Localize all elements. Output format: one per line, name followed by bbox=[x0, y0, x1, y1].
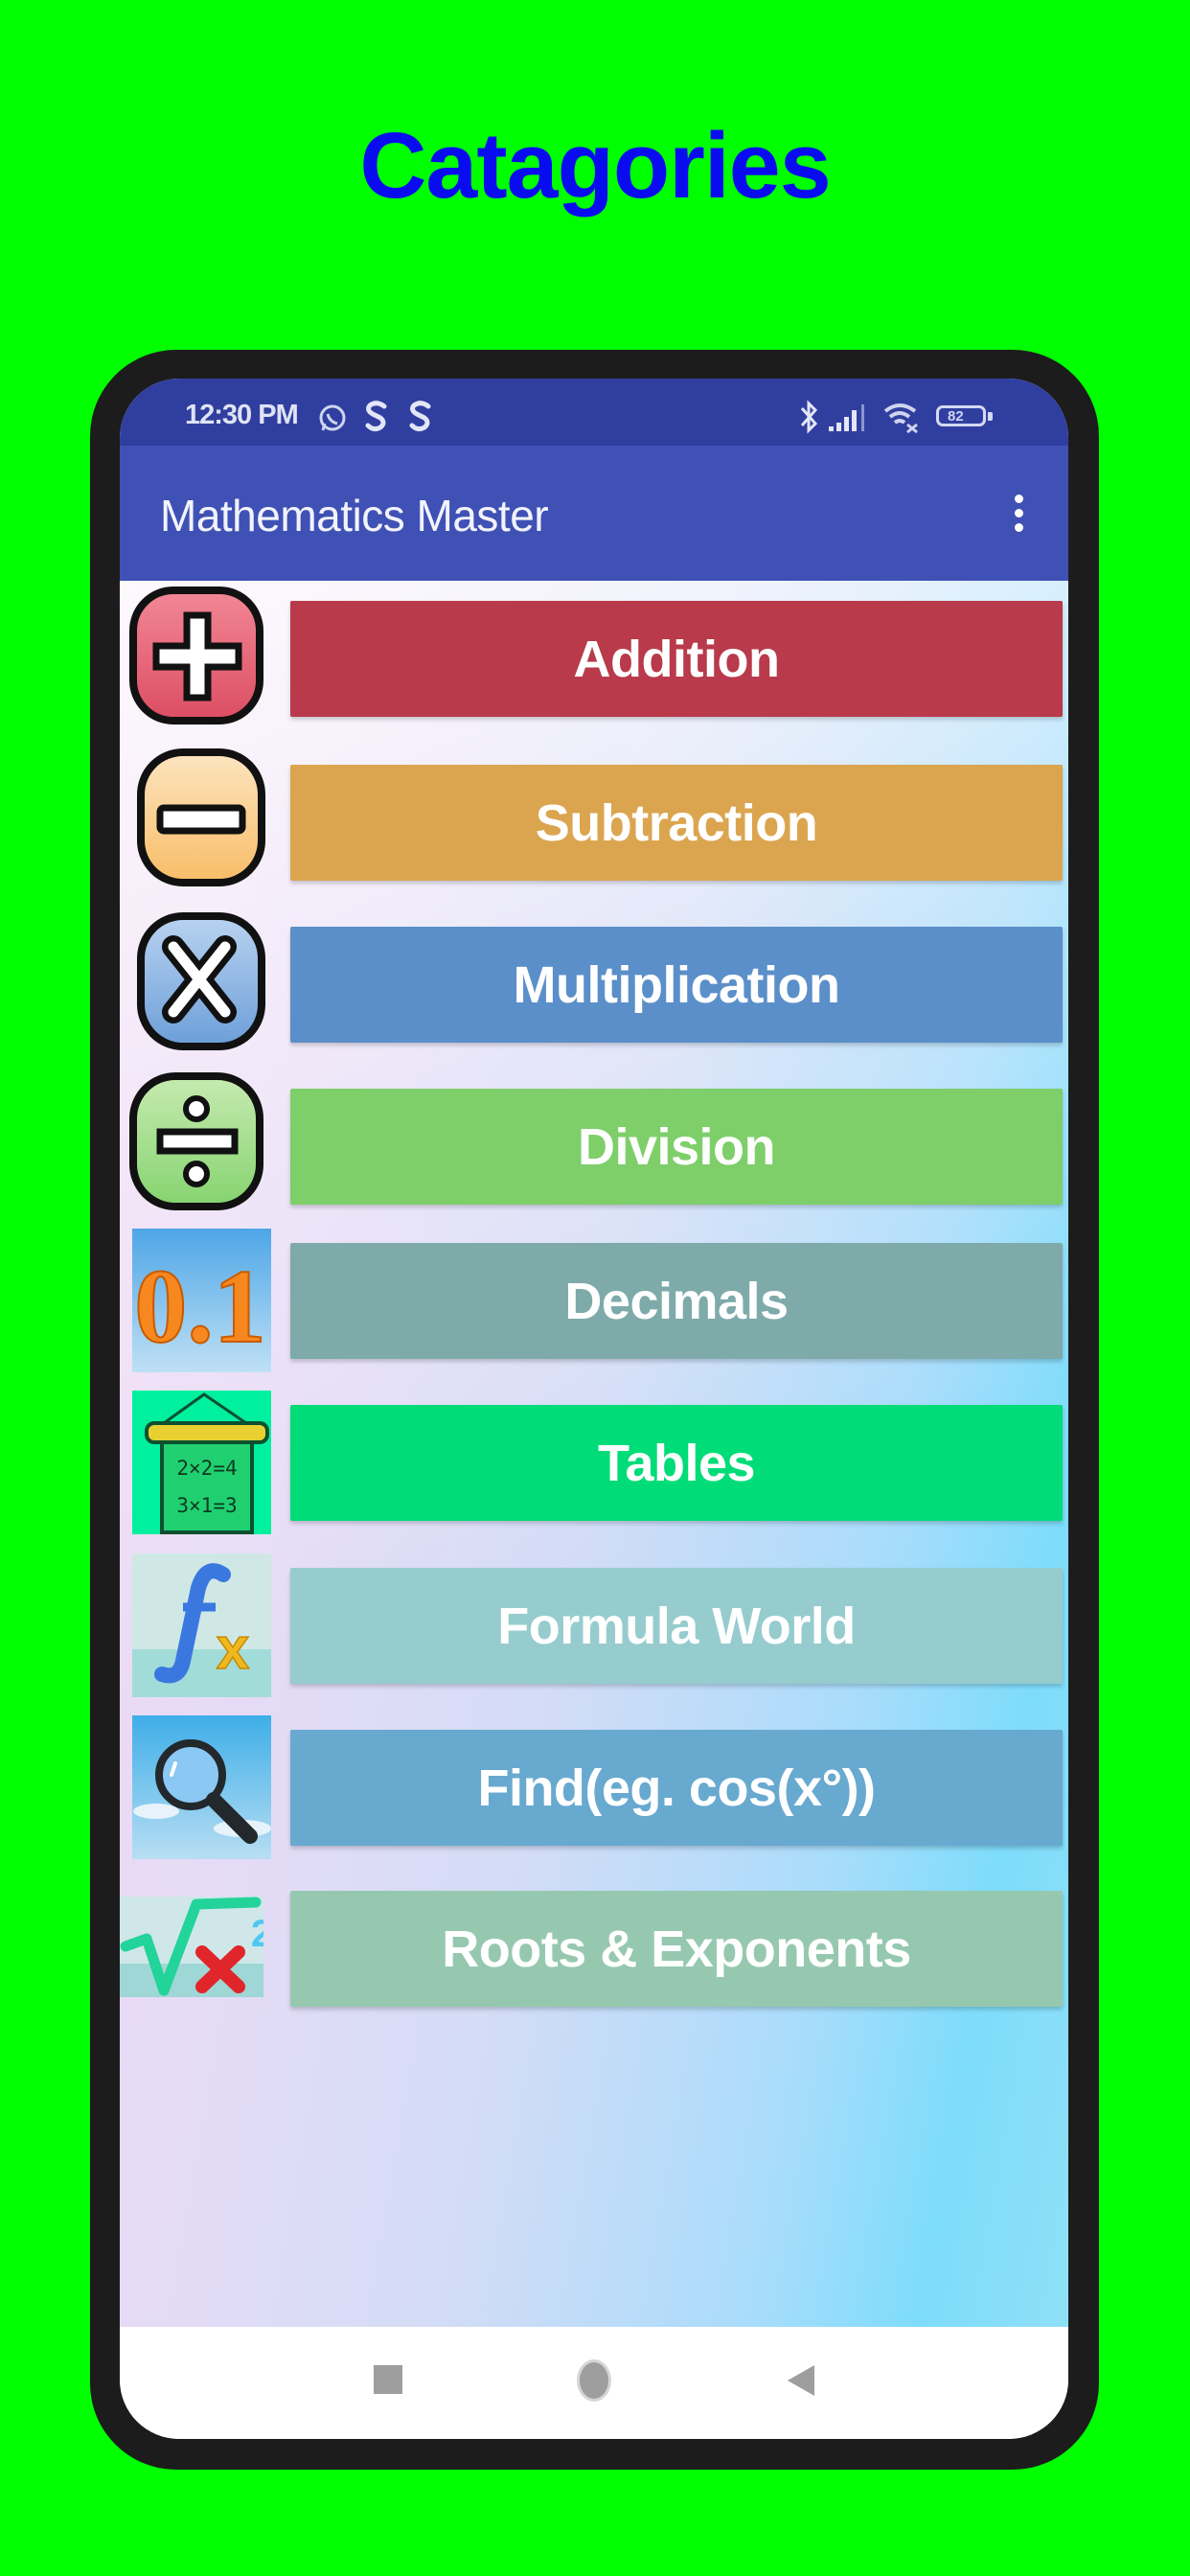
function-fx-icon[interactable]: x bbox=[127, 1553, 271, 1697]
divide-icon[interactable] bbox=[127, 1070, 271, 1214]
tables-icon-line-2: 3×1=3 bbox=[176, 1494, 237, 1517]
category-row-multiplication: Multiplication bbox=[120, 908, 1068, 1052]
overflow-menu-button[interactable] bbox=[999, 484, 1038, 541]
find-button[interactable]: Find(eg. cos(x°)) bbox=[290, 1730, 1063, 1846]
category-row-roots-exponents: 2 Roots & Exponents bbox=[120, 1877, 1068, 2021]
category-row-tables: 2×2=4 3×1=3 Tables bbox=[120, 1391, 1068, 1534]
signal-icon bbox=[829, 404, 864, 431]
tables-label: Tables bbox=[597, 1434, 756, 1492]
tables-icon-line-1: 2×2=4 bbox=[176, 1457, 237, 1480]
decimal-icon[interactable]: 0.1 bbox=[127, 1229, 271, 1372]
subtraction-button[interactable]: Subtraction bbox=[290, 765, 1063, 881]
status-bar: 12:30 PM 82 bbox=[120, 379, 1068, 446]
system-nav-bar bbox=[120, 2327, 1068, 2439]
phone-screen: 12:30 PM 82 Mathematics Master Addition … bbox=[120, 379, 1068, 2439]
multiply-icon[interactable] bbox=[127, 908, 271, 1052]
exponent-text: 2 bbox=[251, 1913, 263, 1955]
decimal-icon-text: 0.1 bbox=[134, 1248, 266, 1365]
multiplication-label: Multiplication bbox=[513, 955, 840, 1014]
battery-icon: 82 bbox=[936, 405, 994, 430]
recents-icon bbox=[374, 2365, 402, 2394]
subtraction-label: Subtraction bbox=[535, 794, 818, 852]
roots-exponents-button[interactable]: Roots & Exponents bbox=[290, 1891, 1063, 2007]
formula-world-label: Formula World bbox=[497, 1597, 856, 1655]
recents-button[interactable] bbox=[374, 2365, 402, 2394]
addition-button[interactable]: Addition bbox=[290, 601, 1063, 717]
multiplication-button[interactable]: Multiplication bbox=[290, 927, 1063, 1043]
overflow-menu-dot bbox=[1014, 508, 1023, 518]
category-list: Addition Subtraction Multiplication Divi… bbox=[120, 581, 1068, 2327]
page-heading: Catagories bbox=[359, 113, 831, 218]
category-row-decimals: 0.1 Decimals bbox=[120, 1229, 1068, 1372]
minus-icon[interactable] bbox=[127, 747, 271, 890]
svg-text:x: x bbox=[217, 1616, 250, 1682]
back-icon bbox=[788, 2365, 814, 2396]
magnifier-icon[interactable] bbox=[127, 1715, 271, 1859]
home-button[interactable] bbox=[577, 2359, 611, 2402]
category-row-find: Find(eg. cos(x°)) bbox=[120, 1715, 1068, 1859]
back-button[interactable] bbox=[786, 2363, 816, 2403]
phone-frame: 12:30 PM 82 Mathematics Master Addition … bbox=[90, 350, 1099, 2470]
category-row-addition: Addition bbox=[120, 585, 1068, 728]
overflow-menu-icon bbox=[1014, 494, 1023, 503]
home-icon bbox=[577, 2359, 611, 2402]
find-label: Find(eg. cos(x°)) bbox=[477, 1759, 876, 1817]
app-bar: Mathematics Master bbox=[120, 446, 1068, 581]
division-button[interactable]: Division bbox=[290, 1089, 1063, 1205]
formula-world-button[interactable]: Formula World bbox=[290, 1568, 1063, 1684]
division-label: Division bbox=[577, 1117, 776, 1176]
wifi-icon bbox=[883, 403, 918, 434]
category-row-formula-world: x Formula World bbox=[120, 1553, 1068, 1697]
category-row-subtraction: Subtraction bbox=[120, 747, 1068, 890]
overflow-menu-dot bbox=[1014, 522, 1023, 532]
bluetooth-icon bbox=[800, 400, 818, 434]
app-title: Mathematics Master bbox=[160, 491, 549, 540]
battery-level: 82 bbox=[948, 408, 964, 425]
tables-button[interactable]: Tables bbox=[290, 1405, 1063, 1521]
category-row-division: Division bbox=[120, 1070, 1068, 1214]
tables-board-icon[interactable]: 2×2=4 3×1=3 bbox=[127, 1391, 271, 1534]
s-app-icon bbox=[409, 401, 431, 432]
decimals-button[interactable]: Decimals bbox=[290, 1243, 1063, 1359]
s-app-icon bbox=[365, 401, 387, 432]
plus-icon[interactable] bbox=[127, 585, 271, 728]
roots-exponents-label: Roots & Exponents bbox=[442, 1920, 911, 1978]
whatsapp-icon bbox=[319, 404, 346, 431]
decimals-label: Decimals bbox=[564, 1272, 789, 1330]
status-time: 12:30 PM bbox=[185, 400, 299, 430]
addition-label: Addition bbox=[573, 630, 780, 688]
square-root-icon[interactable]: 2 bbox=[120, 1877, 263, 2021]
